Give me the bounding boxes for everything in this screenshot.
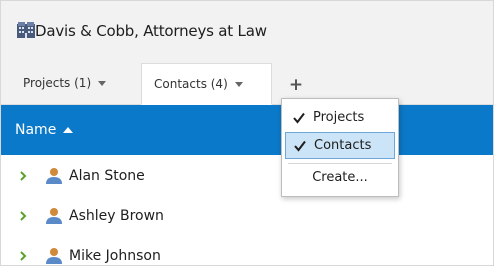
buildings-icon xyxy=(17,22,35,38)
contact-name: Ashley Brown xyxy=(69,208,164,224)
column-header-name[interactable]: Name xyxy=(15,122,74,138)
menu-item-label: Projects xyxy=(313,110,365,125)
table-row[interactable]: Mike Johnson xyxy=(1,236,493,265)
menu-item-create[interactable]: Create... xyxy=(285,164,395,191)
expand-chevron-icon[interactable] xyxy=(17,210,29,222)
tab-bar: Projects (1) Contacts (4) + xyxy=(1,61,493,105)
menu-item-projects[interactable]: Projects xyxy=(285,104,395,131)
sort-ascending-icon xyxy=(63,127,74,133)
tab-contacts[interactable]: Contacts (4) xyxy=(141,63,272,105)
person-icon xyxy=(46,208,62,224)
check-icon xyxy=(294,140,306,152)
menu-item-label: Create... xyxy=(312,170,368,185)
tab-visibility-menu: Projects Contacts Create... xyxy=(281,98,399,197)
grid-header: Name xyxy=(1,105,493,155)
check-icon xyxy=(293,112,305,124)
contact-name: Alan Stone xyxy=(69,168,145,184)
chevron-down-icon[interactable] xyxy=(98,81,107,86)
tab-label: Projects (1) xyxy=(23,76,92,90)
tab-label: Contacts (4) xyxy=(154,77,228,91)
tab-projects[interactable]: Projects (1) xyxy=(11,63,137,103)
menu-item-label: Contacts xyxy=(314,138,372,153)
person-icon xyxy=(46,168,62,184)
plus-icon: + xyxy=(288,75,304,95)
contact-name: Mike Johnson xyxy=(69,248,161,264)
expand-chevron-icon[interactable] xyxy=(17,170,29,182)
menu-item-contacts[interactable]: Contacts xyxy=(285,132,395,159)
app-window: Davis & Cobb, Attorneys at Law Projects … xyxy=(0,0,494,266)
person-icon xyxy=(46,248,62,264)
column-header-label: Name xyxy=(15,122,57,138)
app-header: Davis & Cobb, Attorneys at Law xyxy=(1,1,493,61)
app-title: Davis & Cobb, Attorneys at Law xyxy=(35,22,267,40)
table-row[interactable]: Ashley Brown xyxy=(1,196,493,236)
chevron-down-icon[interactable] xyxy=(234,82,243,87)
expand-chevron-icon[interactable] xyxy=(17,250,29,262)
table-row[interactable]: Alan Stone xyxy=(1,156,493,196)
add-tab-button[interactable]: + xyxy=(283,73,309,97)
